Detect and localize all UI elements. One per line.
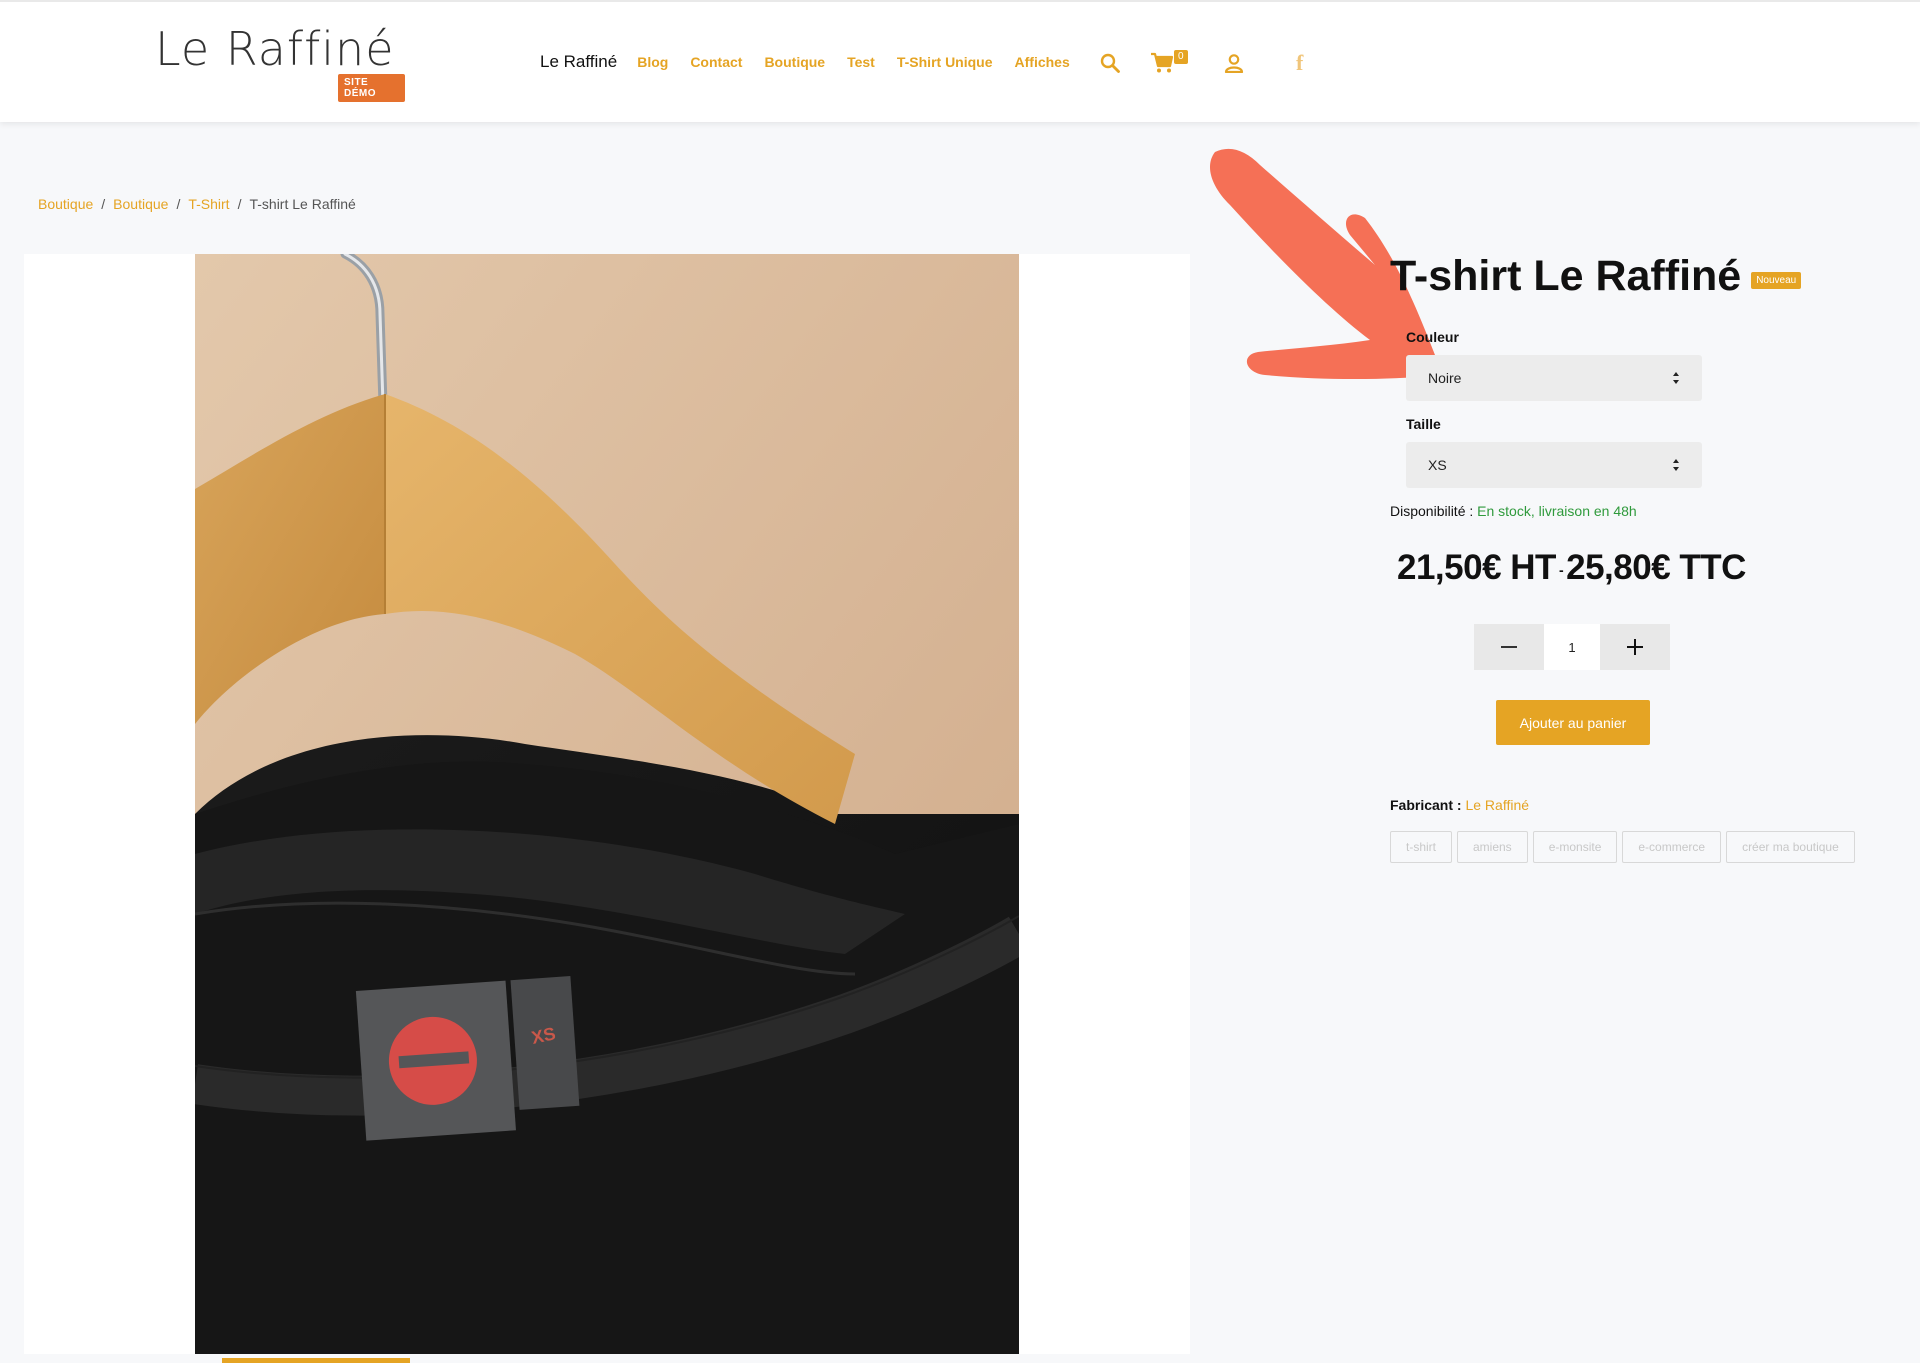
- price-ttc: 25,80€ TTC: [1566, 548, 1746, 587]
- color-label: Couleur: [1406, 329, 1459, 345]
- color-select-value: Noire: [1428, 370, 1462, 386]
- nav-home[interactable]: Le Raffiné: [540, 52, 617, 72]
- cart-icon[interactable]: 0: [1150, 50, 1188, 74]
- nav-contact[interactable]: Contact: [690, 54, 742, 70]
- availability-label: Disponibilité :: [1390, 503, 1474, 519]
- availability-value: En stock, livraison en 48h: [1477, 503, 1637, 519]
- breadcrumb-separator: /: [101, 196, 106, 212]
- header-icons: 0 f: [1100, 50, 1303, 76]
- tag-creer-boutique[interactable]: créer ma boutique: [1726, 831, 1855, 863]
- color-select[interactable]: Noire: [1406, 355, 1702, 401]
- price-separator: -: [1558, 561, 1564, 578]
- size-select-value: XS: [1428, 457, 1447, 473]
- tag-amiens[interactable]: amiens: [1457, 831, 1528, 863]
- logo-text: Le Raffiné: [155, 22, 395, 76]
- tag-tshirt[interactable]: t-shirt: [1390, 831, 1452, 863]
- breadcrumb: Boutique / Boutique / T-Shirt / T-shirt …: [38, 196, 356, 212]
- price: 21,50€ HT -25,80€ TTC: [1397, 548, 1746, 588]
- price-ht: 21,50€ HT: [1397, 548, 1556, 587]
- size-label: Taille: [1406, 416, 1441, 432]
- manufacturer-label: Fabricant :: [1390, 797, 1462, 813]
- quantity-stepper: 1: [1474, 624, 1670, 670]
- breadcrumb-item-boutique-2[interactable]: Boutique: [113, 196, 168, 212]
- manufacturer-link[interactable]: Le Raffiné: [1465, 797, 1529, 813]
- select-arrows-icon: [1673, 372, 1679, 384]
- breadcrumb-current: T-shirt Le Raffiné: [249, 196, 356, 212]
- facebook-icon[interactable]: f: [1296, 50, 1303, 76]
- manufacturer: Fabricant : Le Raffiné: [1390, 797, 1529, 813]
- nav-test[interactable]: Test: [847, 54, 875, 70]
- thumbnail-indicator: [222, 1358, 410, 1363]
- tag-emonsite[interactable]: e-monsite: [1532, 831, 1618, 863]
- minus-icon: [1501, 646, 1517, 648]
- product-title: T-shirt Le Raffiné: [1390, 252, 1742, 300]
- tag-list: t-shirt amiens e-monsite e-commerce crée…: [1390, 831, 1855, 863]
- tag-ecommerce[interactable]: e-commerce: [1622, 831, 1722, 863]
- breadcrumb-item-tshirt[interactable]: T-Shirt: [188, 196, 229, 212]
- product-title-row: T-shirt Le Raffiné Nouveau: [1390, 252, 1802, 301]
- cart-count-badge: 0: [1174, 50, 1188, 64]
- breadcrumb-separator: /: [237, 196, 242, 212]
- nav-affiches[interactable]: Affiches: [1015, 54, 1070, 70]
- breadcrumb-separator: /: [176, 196, 181, 212]
- availability: Disponibilité : En stock, livraison en 4…: [1390, 503, 1637, 519]
- plus-icon: [1627, 639, 1643, 655]
- logo-badge: SITE DÉMO: [338, 74, 405, 102]
- quantity-input[interactable]: 1: [1544, 624, 1600, 670]
- breadcrumb-item-boutique[interactable]: Boutique: [38, 196, 93, 212]
- nav-blog[interactable]: Blog: [637, 54, 668, 70]
- product-photo[interactable]: XS: [195, 254, 1019, 1354]
- site-logo[interactable]: Le Raffiné SITE DÉMO: [155, 22, 405, 102]
- user-account-icon[interactable]: [1224, 53, 1244, 73]
- main-nav: Le Raffiné Blog Contact Boutique Test T-…: [540, 52, 1092, 72]
- nav-tshirt-unique[interactable]: T-Shirt Unique: [897, 54, 993, 70]
- size-select[interactable]: XS: [1406, 442, 1702, 488]
- select-arrows-icon: [1673, 459, 1679, 471]
- nav-boutique[interactable]: Boutique: [764, 54, 825, 70]
- add-to-cart-button[interactable]: Ajouter au panier: [1496, 700, 1650, 745]
- quantity-increase-button[interactable]: [1600, 624, 1670, 670]
- new-badge: Nouveau: [1751, 272, 1802, 289]
- site-header: Le Raffiné SITE DÉMO Le Raffiné Blog Con…: [0, 0, 1920, 122]
- search-icon[interactable]: [1100, 53, 1120, 73]
- quantity-decrease-button[interactable]: [1474, 624, 1544, 670]
